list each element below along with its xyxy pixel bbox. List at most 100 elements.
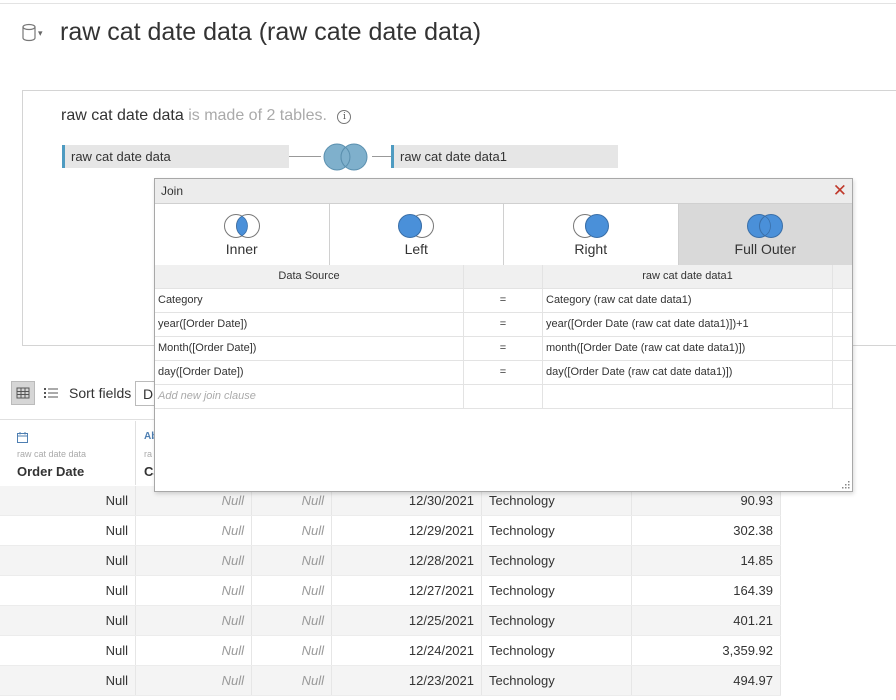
row-spacer [833,313,852,336]
left-table-pill[interactable]: raw cat date data [62,145,289,168]
cell-category-1: Technology [482,606,632,635]
add-join-clause-row[interactable]: Add new join clause [155,385,852,409]
right-source-header: raw cat date data1 [543,265,833,288]
join-clause-row[interactable]: Month([Order Date]) = month([Order Date … [155,337,852,361]
datasource-name: raw cat date data [61,107,184,124]
full-outer-join-venn-icon[interactable] [319,142,373,172]
join-clause-row[interactable]: day([Order Date]) = day([Order Date (raw… [155,361,852,385]
join-type-full-outer[interactable]: Full Outer [678,204,852,265]
row-spacer [833,361,852,384]
page-title: raw cat date data (raw cate date data) [60,18,482,46]
header-spacer [833,265,852,288]
cell-category: Null [136,666,252,695]
join-clause-operator[interactable]: = [464,289,543,312]
cell-category-1: Technology [482,576,632,605]
cell-category-1: Technology [482,666,632,695]
cell-order-date: Null [0,606,136,635]
cell-order-date-1: 12/29/2021 [332,516,482,545]
join-type-left[interactable]: Left [330,204,504,265]
join-type-label: Inner [225,241,258,257]
top-divider [0,3,896,4]
table-row: Null Null Null 12/27/2021 Technology 164.39 [0,576,781,606]
model-summary: raw cat date data is made of 2 tables. i [61,107,352,125]
sort-fields-label: Sort fields [69,385,132,401]
cell-sales-1: 401.21 [632,606,781,635]
join-clause-left[interactable]: Category [155,289,464,312]
join-connector-right [372,156,392,157]
cell-category: Null [136,606,252,635]
inner-join-venn-icon [223,214,260,238]
join-clause-operator[interactable]: = [464,361,543,384]
join-clause-right[interactable]: month([Order Date (raw cat date data1)]) [543,337,833,360]
cell-sales-1: 14.85 [632,546,781,575]
cell-order-date-1: 12/23/2021 [332,666,482,695]
list-view-icon[interactable] [42,384,60,402]
full-outer-join-venn-icon [747,214,784,238]
info-icon[interactable]: i [337,110,352,124]
cell-order-date-1: 12/27/2021 [332,576,482,605]
row-spacer [833,337,852,360]
empty-right [543,385,833,408]
column-source: ra [144,449,153,459]
cell-order-date: Null [0,546,136,575]
join-clause-right[interactable]: day([Order Date (raw cat date data1)]) [543,361,833,384]
cell-category: Null [136,636,252,665]
close-icon[interactable]: ✕ [833,182,847,200]
cell-order-date-1: 12/25/2021 [332,606,482,635]
right-join-venn-icon [572,214,609,238]
right-table-pill[interactable]: raw cat date data1 [391,145,618,168]
join-type-right[interactable]: Right [504,204,679,265]
join-type-label: Full Outer [734,241,796,257]
cell-null: Null [252,636,332,665]
column-name: Order Date [17,464,85,479]
join-clause-table: Data Source raw cat date data1 Category … [155,265,852,409]
left-join-venn-icon [398,214,435,238]
cell-sales-1: 302.38 [632,516,781,545]
cell-order-date: Null [0,636,136,665]
cell-sales-1: 3,359.92 [632,636,781,665]
cell-category-1: Technology [482,636,632,665]
table-row: Null Null Null 12/29/2021 Technology 302.38 [0,516,781,546]
join-type-selector: Inner Left Right Full Outer [155,204,852,266]
row-spacer [833,289,852,312]
chevron-down-icon[interactable]: ▾ [38,28,43,39]
join-dialog-title: Join [161,184,184,198]
join-type-inner[interactable]: Inner [155,204,330,265]
cell-order-date-1: 12/24/2021 [332,636,482,665]
join-clause-row[interactable]: year([Order Date]) = year([Order Date (r… [155,313,852,337]
table-row: Null Null Null 12/25/2021 Technology 401.21 [0,606,781,636]
resize-grip-icon[interactable] [842,481,850,489]
table-row: Null Null Null 12/28/2021 Technology 14.85 [0,546,781,576]
join-dialog: Join ✕ Inner Left Right Full Outer Data … [154,178,853,492]
cell-category: Null [136,516,252,545]
cell-null: Null [252,576,332,605]
data-grid-rows: Null Null Null 12/30/2021 Technology 90.93 Nul… [0,486,781,696]
cell-order-date-1: 12/28/2021 [332,546,482,575]
join-connector-left [289,156,321,157]
column-header-order-date[interactable]: raw cat date data Order Date [0,421,136,485]
add-new-join-clause[interactable]: Add new join clause [155,385,464,408]
join-dialog-title-bar[interactable]: Join ✕ [155,179,852,204]
join-type-label: Right [574,241,608,257]
cell-order-date: Null [0,576,136,605]
join-clause-left[interactable]: day([Order Date]) [155,361,464,384]
join-clause-row[interactable]: Category = Category (raw cat date data1) [155,289,852,313]
table-row: Null Null Null 12/23/2021 Technology 494.97 [0,666,781,696]
cell-order-date: Null [0,516,136,545]
column-header-category[interactable]: Ab ra Ca [136,421,156,485]
row-spacer [833,385,852,408]
join-clause-operator[interactable]: = [464,337,543,360]
cell-null: Null [252,606,332,635]
join-clause-operator[interactable]: = [464,313,543,336]
empty-operator [464,385,543,408]
grid-view-icon[interactable] [11,381,35,405]
table-row: Null Null Null 12/24/2021 Technology 3,359.92 [0,636,781,666]
join-clause-left[interactable]: year([Order Date]) [155,313,464,336]
cell-null: Null [252,546,332,575]
cell-null: Null [252,516,332,545]
join-clause-right[interactable]: year([Order Date (raw cat date data1)])+… [543,313,833,336]
join-clause-right[interactable]: Category (raw cat date data1) [543,289,833,312]
join-clause-left[interactable]: Month([Order Date]) [155,337,464,360]
cell-order-date: Null [0,486,136,515]
cell-order-date: Null [0,666,136,695]
